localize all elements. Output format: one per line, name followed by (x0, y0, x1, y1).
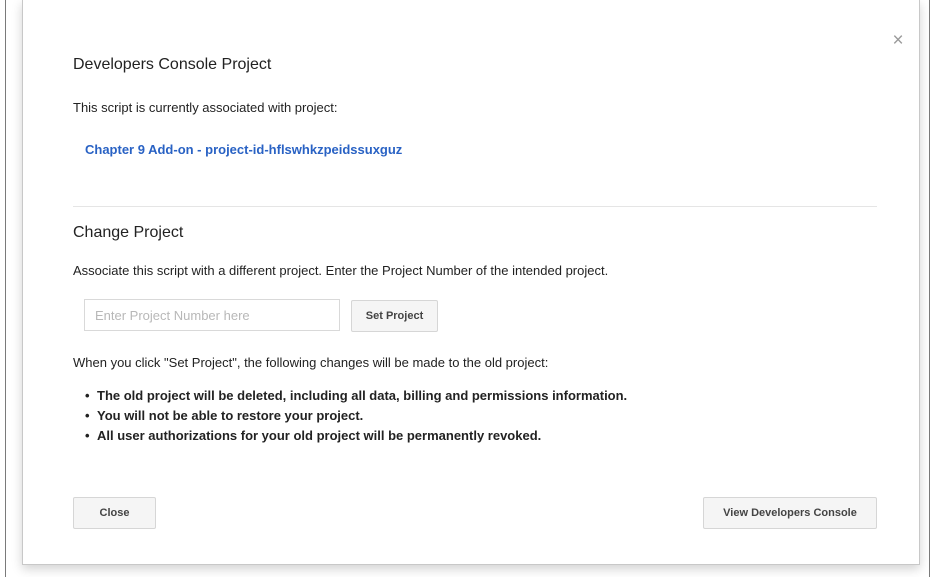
warning-item-text: You will not be able to restore your pro… (97, 408, 364, 423)
warning-item-revoked: • All user authorizations for your old pr… (85, 426, 627, 446)
warning-item-text: All user authorizations for your old pro… (97, 428, 542, 443)
bullet-icon: • (85, 408, 90, 423)
warning-list: • The old project will be deleted, includ… (85, 386, 627, 446)
current-project-link[interactable]: Chapter 9 Add-on - project-id-hflswhkzpe… (85, 142, 402, 157)
warning-item-restore: • You will not be able to restore your pr… (85, 406, 627, 426)
bullet-icon: • (85, 428, 90, 443)
warning-item-deleted: • The old project will be deleted, includ… (85, 386, 627, 406)
developers-console-project-dialog: × Developers Console Project This script… (22, 0, 920, 565)
dialog-title: Developers Console Project (73, 56, 272, 73)
change-project-description: Associate this script with a different p… (73, 263, 609, 278)
set-project-button[interactable]: Set Project (351, 300, 438, 332)
view-developers-console-button[interactable]: View Developers Console (703, 497, 877, 529)
project-number-input[interactable] (84, 299, 340, 331)
warning-item-text: The old project will be deleted, includi… (97, 388, 628, 403)
warning-intro-text: When you click "Set Project", the follow… (73, 355, 549, 370)
window-edge-left (5, 0, 6, 577)
change-project-heading: Change Project (73, 224, 184, 241)
associated-project-text: This script is currently associated with… (73, 100, 338, 115)
close-button[interactable]: Close (73, 497, 156, 529)
section-divider (73, 206, 877, 207)
close-icon[interactable]: × (889, 31, 907, 50)
bullet-icon: • (85, 388, 90, 403)
